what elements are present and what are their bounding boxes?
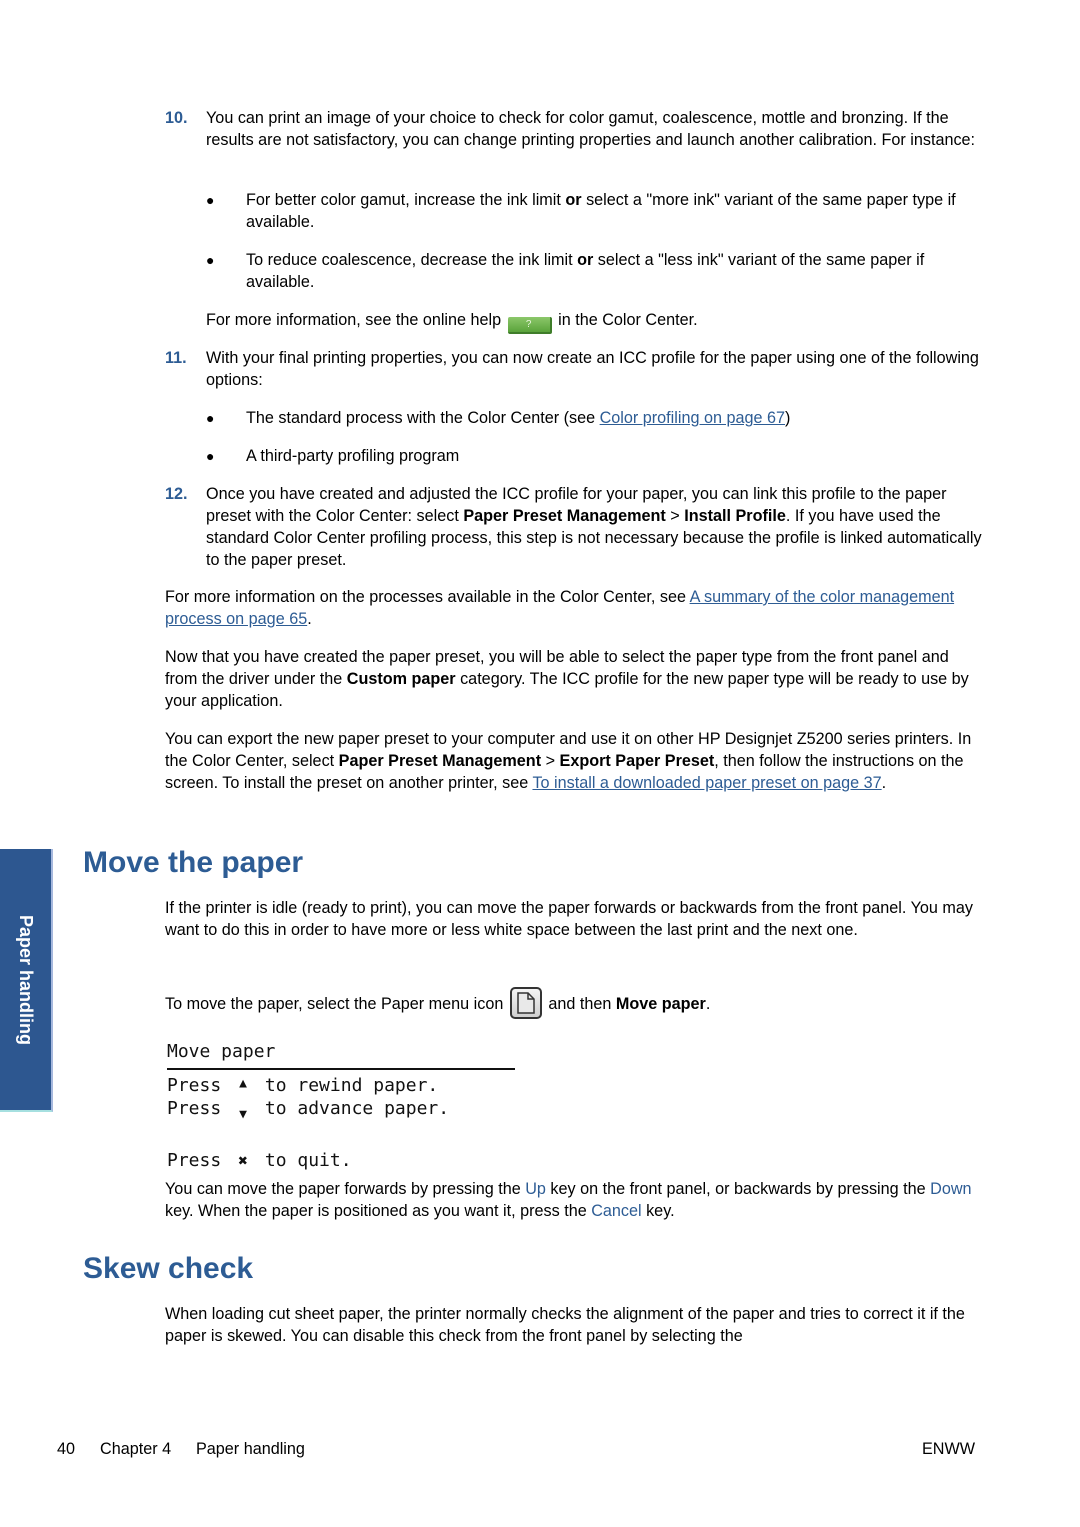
down-arrow-icon: ▼: [239, 1107, 247, 1122]
help-icon[interactable]: ?: [507, 317, 552, 334]
bullet-icon: ●: [206, 252, 215, 268]
step-11: 11. With your final printing properties,…: [165, 347, 985, 391]
cancel-key-ref: Cancel: [591, 1202, 642, 1220]
bullet-icon: ●: [206, 192, 215, 208]
section-heading-move-paper: Move the paper: [83, 846, 304, 879]
move-paper-instruction: To move the paper, select the Paper menu…: [165, 987, 985, 1019]
section-heading-skew-check: Skew check: [83, 1252, 254, 1285]
bullet-icon: ●: [206, 410, 215, 426]
step-number: 10.: [165, 109, 188, 127]
bullet-item: ● To reduce coalescence, decrease the in…: [206, 251, 925, 291]
export-paragraph: You can export the new paper preset to y…: [165, 730, 972, 792]
display-title: Move paper: [167, 1040, 515, 1070]
step-10: 10. You can print an image of your choic…: [165, 107, 985, 151]
down-key-ref: Down: [930, 1180, 972, 1198]
install-preset-link[interactable]: To install a downloaded paper preset on …: [532, 774, 881, 792]
footer-chapter: Chapter 4: [100, 1440, 172, 1458]
step-number: 12.: [165, 485, 188, 503]
color-profiling-link[interactable]: Color profiling on page 67: [600, 409, 785, 427]
footer-chapter-title: Paper handling: [196, 1440, 305, 1458]
display-line: Press ▼ to advance paper.: [167, 1097, 515, 1126]
cancel-x-icon: ✖: [238, 1151, 248, 1170]
help-note: For more information, see the online hel…: [206, 309, 698, 334]
chapter-side-tab: Paper handling: [0, 849, 53, 1112]
side-tab-label: Paper handling: [15, 914, 36, 1045]
step-text: Once you have created and adjusted the I…: [206, 485, 982, 569]
footer-page-number: 40: [57, 1440, 76, 1458]
step-number: 11.: [165, 349, 187, 367]
step-text: With your final printing properties, you…: [206, 349, 979, 389]
step-12: 12. Once you have created and adjusted t…: [165, 483, 985, 571]
summary-paragraph: For more information on the processes av…: [165, 588, 955, 628]
skew-check-text: When loading cut sheet paper, the printe…: [165, 1305, 965, 1345]
move-paper-intro: If the printer is idle (ready to print),…: [165, 899, 973, 939]
up-arrow-icon: ▲: [239, 1076, 247, 1091]
bullet-item: ● A third-party profiling program: [206, 447, 460, 465]
bullet-icon: ●: [206, 448, 215, 464]
front-panel-display: Move paper Press ▲ to rewind paper. Pres…: [167, 1040, 515, 1172]
paper-menu-icon: [509, 987, 542, 1019]
custom-paper-paragraph: Now that you have created the paper pres…: [165, 648, 969, 710]
up-key-ref: Up: [525, 1180, 546, 1198]
step-text: You can print an image of your choice to…: [206, 109, 976, 149]
display-line: Press ▲ to rewind paper.: [167, 1072, 515, 1097]
display-line: Press ✖ to quit.: [167, 1150, 352, 1171]
bullet-item: ● For better color gamut, increase the i…: [206, 191, 956, 231]
footer-locale: ENWW: [922, 1440, 976, 1458]
bullet-item: ● The standard process with the Color Ce…: [206, 409, 791, 427]
move-paper-keys-paragraph: You can move the paper forwards by press…: [165, 1180, 972, 1220]
